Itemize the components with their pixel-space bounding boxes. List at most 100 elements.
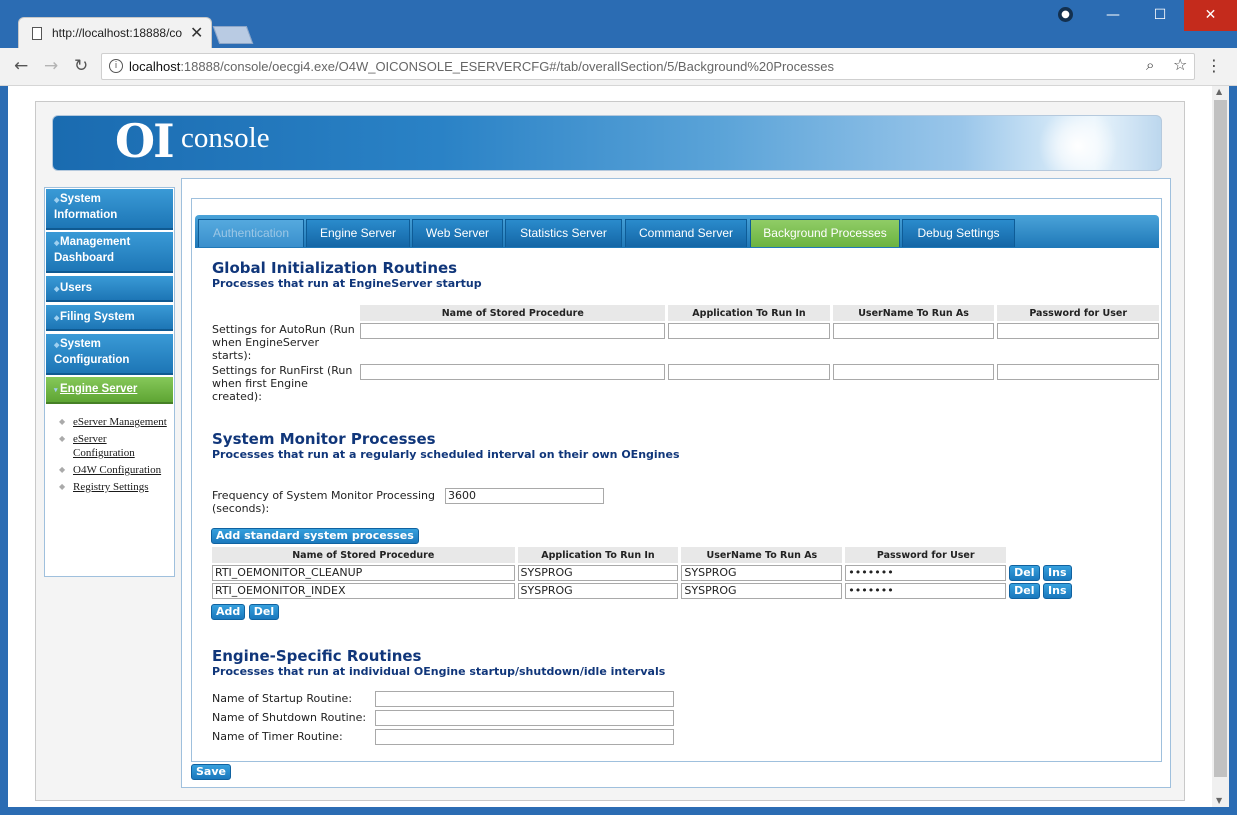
startup-routine-input[interactable] (375, 691, 674, 707)
submenu-link[interactable]: Registry Settings (73, 481, 148, 493)
sidebar-item-system-configuration[interactable]: ◆System Configuration (46, 334, 173, 375)
back-arrow-icon[interactable]: ← (14, 56, 28, 76)
maximize-button[interactable]: ☐ (1137, 0, 1183, 31)
submenu-item-eserver-configuration[interactable]: ◆ eServer Configuration (59, 432, 169, 460)
add-row-button[interactable]: Add (211, 604, 246, 620)
vertical-scrollbar[interactable]: ▲ ▼ (1212, 86, 1229, 807)
procedure-input[interactable]: RTI_OEMONITOR_INDEX (212, 583, 515, 599)
column-header: Name of Stored Procedure (360, 305, 666, 321)
sidebar-item-engine-server[interactable]: ▾ Engine Server (46, 377, 173, 404)
shutdown-routine-input[interactable] (375, 710, 674, 726)
password-input[interactable]: ••••••• (845, 583, 1007, 599)
sidebar-item-management-dashboard[interactable]: ◆Management Dashboard (46, 232, 173, 273)
submenu-item-registry-settings[interactable]: ◆ Registry Settings (59, 480, 169, 494)
new-tab-button[interactable] (212, 26, 254, 44)
kebab-menu-icon[interactable]: ⋮ (1206, 56, 1222, 75)
logo-console: console (181, 122, 270, 154)
autorun-username-input[interactable] (832, 323, 995, 339)
frequency-label: Frequency of System Monitor Processing (… (212, 489, 435, 515)
close-window-button[interactable]: ✕ (1184, 0, 1237, 31)
username-input[interactable]: SYSPROG (681, 583, 843, 599)
table-header-row: Name of Stored Procedure Application To … (212, 547, 1076, 563)
user-profile-icon[interactable]: ● (1058, 7, 1073, 22)
tab-web-server[interactable]: Web Server (412, 219, 503, 247)
username-input[interactable]: SYSPROG (681, 565, 843, 581)
submenu-item-eserver-management[interactable]: ◆ eServer Management (59, 415, 169, 429)
bullet-icon: ◆ (59, 434, 66, 443)
sidebar-item-system-information[interactable]: ◆System Information (46, 189, 173, 230)
tab-title: http://localhost:18888/co (52, 26, 183, 40)
autorun-application-input[interactable] (668, 323, 830, 339)
minimize-button[interactable]: — (1090, 0, 1136, 31)
save-button[interactable]: Save (191, 764, 231, 780)
delete-row-button[interactable]: Del (1009, 583, 1040, 599)
password-input[interactable]: ••••••• (845, 565, 1007, 581)
sidebar-item-users[interactable]: ◆Users (46, 276, 173, 302)
monitor-subtitle: Processes that run at a regularly schedu… (212, 448, 680, 461)
runfirst-password-input[interactable] (997, 364, 1159, 380)
tab-authentication[interactable]: Authentication (198, 219, 304, 247)
table-row: RTI_OEMONITOR_CLEANUP SYSPROG SYSPROG ••… (212, 565, 1076, 581)
application-input[interactable]: SYSPROG (517, 583, 679, 599)
delete-row-button[interactable]: Del (1009, 565, 1040, 581)
sidebar: ◆System Information ◆Management Dashboar… (44, 187, 175, 577)
sidebar-item-filing-system[interactable]: ◆Filing System (46, 305, 173, 331)
zoom-icon[interactable]: ⌕ (1146, 56, 1154, 74)
insert-row-button[interactable]: Ins (1043, 565, 1072, 581)
reload-icon[interactable]: ↻ (74, 56, 88, 76)
global-routines-title: Global Initialization Routines (212, 259, 458, 277)
shutdown-routine-label: Name of Shutdown Routine: (212, 711, 367, 724)
address-bar[interactable]: i localhost:18888/console/oecgi4.exe/O4W… (101, 53, 1195, 80)
autorun-password-input[interactable] (997, 323, 1159, 339)
engine-routines-title: Engine-Specific Routines (212, 647, 422, 665)
tab-debug-settings[interactable]: Debug Settings (902, 219, 1015, 247)
submenu-link[interactable]: O4W Configuration (73, 464, 161, 476)
bullet-icon: ◆ (59, 482, 66, 491)
submenu-link[interactable]: eServer Configuration (73, 433, 135, 459)
bullet-icon: ◆ (59, 417, 66, 426)
tab-command-server[interactable]: Command Server (625, 219, 747, 247)
monitor-title: System Monitor Processes (212, 430, 436, 448)
settings-tab-bar: Authentication Engine Server Web Server … (195, 215, 1159, 248)
tab-engine-server[interactable]: Engine Server (306, 219, 410, 247)
column-header: UserName To Run As (832, 305, 995, 321)
scroll-down-icon[interactable]: ▼ (1216, 796, 1222, 805)
tab-background-processes[interactable]: Background Processes (750, 219, 900, 247)
tab-close-icon[interactable]: ✕ (190, 23, 203, 42)
forward-arrow-icon[interactable]: → (44, 56, 58, 76)
application-input[interactable]: SYSPROG (517, 565, 679, 581)
column-header: UserName To Run As (681, 547, 843, 563)
runfirst-procedure-input[interactable] (360, 364, 666, 380)
insert-row-button[interactable]: Ins (1043, 583, 1072, 599)
sidebar-item-label: System Information (54, 193, 118, 221)
empty-header (212, 305, 357, 321)
frequency-input[interactable]: 3600 (445, 488, 604, 504)
procedure-input[interactable]: RTI_OEMONITOR_CLEANUP (212, 565, 515, 581)
delete-row-button[interactable]: Del (248, 604, 280, 620)
browser-toolbar: ← → ↻ i localhost:18888/console/oecgi4.e… (0, 48, 1237, 86)
logo-oi: OI (115, 115, 175, 168)
empty-header (1009, 547, 1076, 563)
runfirst-username-input[interactable] (832, 364, 995, 380)
title-bar: http://localhost:18888/co ✕ ● — ☐ ✕ (0, 0, 1237, 48)
bookmark-star-icon[interactable]: ☆ (1173, 55, 1187, 74)
submenu-item-o4w-configuration[interactable]: ◆ O4W Configuration (59, 463, 169, 477)
oi-console-banner: OI console (52, 115, 1162, 171)
sidebar-item-label: Users (60, 282, 92, 294)
runfirst-application-input[interactable] (668, 364, 830, 380)
browser-tab[interactable]: http://localhost:18888/co ✕ (18, 17, 212, 48)
autorun-label: Settings for AutoRun (Run when EngineSer… (212, 323, 355, 362)
timer-routine-input[interactable] (375, 729, 674, 745)
sidebar-item-label: Management Dashboard (54, 236, 131, 264)
add-standard-processes-button[interactable]: Add standard system processes (211, 528, 419, 544)
scrollbar-thumb[interactable] (1214, 100, 1227, 777)
scroll-up-icon[interactable]: ▲ (1216, 87, 1222, 96)
autorun-procedure-input[interactable] (360, 323, 666, 339)
sidebar-item-label: Filing System (60, 311, 135, 323)
tab-statistics-server[interactable]: Statistics Server (505, 219, 622, 247)
monitor-row-actions: Add Del (211, 604, 280, 620)
bullet-icon: ◆ (59, 465, 66, 474)
sidebar-item-label: Engine Server (60, 383, 138, 395)
info-icon[interactable]: i (109, 59, 123, 73)
submenu-link[interactable]: eServer Management (73, 416, 167, 428)
